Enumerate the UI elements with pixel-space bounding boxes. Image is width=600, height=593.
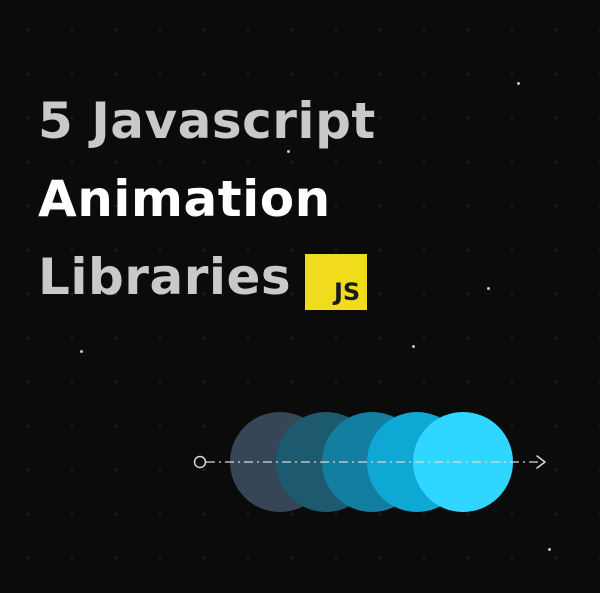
js-logo-badge: JS [305,254,368,310]
title-line-2: Animation [38,170,331,228]
arrow-right-icon [536,455,546,469]
sparkle-dot [412,345,415,348]
sparkle-dot [80,350,83,353]
page-title: 5 Javascript Animation Libraries JS [38,82,376,316]
sparkle-dot [487,287,490,290]
sparkle-dot [548,548,551,551]
title-line-1: 5 Javascript [38,92,376,150]
title-line-3: Libraries JS [38,238,376,316]
animation-illustration [193,412,546,512]
hollow-circle-icon [193,455,207,469]
title-line-3-text: Libraries [38,248,292,306]
sparkle-dot [517,82,520,85]
